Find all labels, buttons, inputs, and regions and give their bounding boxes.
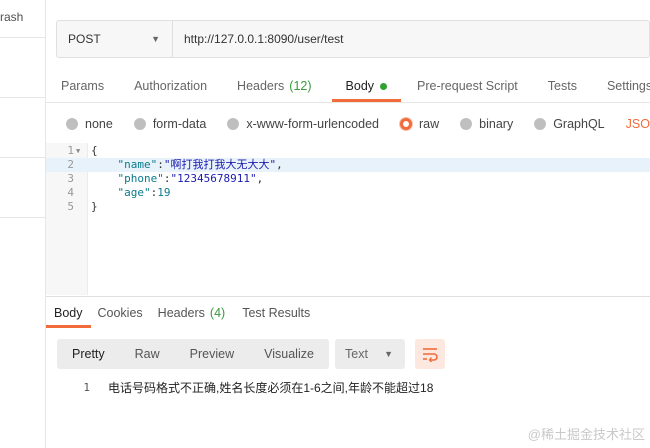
radio-x-www-form-urlencoded[interactable]: x-www-form-urlencoded	[227, 117, 379, 131]
response-tabs: Body Cookies Headers (4) Test Results	[46, 296, 650, 328]
radio-circle-icon	[66, 118, 78, 130]
code-line: 1 ▼ {	[46, 144, 650, 158]
code-line: 4 "age":19	[46, 186, 650, 200]
method-label: POST	[68, 32, 101, 46]
radio-raw[interactable]: raw	[400, 117, 439, 131]
view-preview-button[interactable]: Preview	[175, 339, 249, 369]
sidebar-divider	[0, 97, 45, 98]
url-input[interactable]: http://127.0.0.1:8090/user/test	[173, 21, 649, 57]
headers-count: (12)	[289, 79, 312, 93]
radio-binary[interactable]: binary	[460, 117, 513, 131]
radio-circle-icon	[460, 118, 473, 130]
radio-none[interactable]: none	[66, 117, 113, 131]
tab-body[interactable]: Body	[331, 70, 401, 102]
code-line: 2 "name":"啊打我打我大无大大",	[46, 158, 650, 172]
radio-graphql[interactable]: GraphQL	[534, 117, 605, 131]
sidebar-partial-label: rash	[0, 10, 24, 24]
request-tabs: Params Authorization Headers (12) Body Pr…	[46, 70, 650, 102]
code-line: 5 }	[46, 200, 650, 214]
view-visualize-button[interactable]: Visualize	[249, 339, 329, 369]
tabs-divider	[46, 102, 650, 103]
tab-settings[interactable]: Settings	[607, 70, 650, 102]
response-text: 电话号码格式不正确,姓名长度必须在1-6之间,年龄不能超过18	[108, 381, 434, 395]
response-body-line: 1 电话号码格式不正确,姓名长度必须在1-6之间,年龄不能超过18	[46, 380, 650, 396]
tab-params[interactable]: Params	[61, 70, 104, 102]
tab-headers[interactable]: Headers (12)	[237, 70, 311, 102]
radio-circle-icon	[227, 118, 240, 130]
chevron-down-icon: ▼	[151, 34, 160, 44]
radio-circle-icon	[133, 118, 146, 130]
request-bar: POST ▼ http://127.0.0.1:8090/user/test	[56, 20, 650, 58]
fold-arrow-icon[interactable]: ▼	[76, 144, 80, 158]
response-tab-body[interactable]: Body	[46, 297, 90, 328]
response-tab-test-results[interactable]: Test Results	[242, 297, 310, 328]
chevron-down-icon: ▼	[384, 349, 393, 359]
radio-form-data[interactable]: form-data	[133, 117, 206, 131]
radio-circle-icon	[534, 118, 547, 130]
line-number: 1	[67, 144, 74, 157]
line-number: 4	[67, 186, 74, 199]
response-line-number: 1	[83, 381, 90, 394]
wrap-lines-button[interactable]	[415, 339, 445, 369]
line-number: 2	[67, 158, 74, 171]
format-select-label: Text	[345, 347, 368, 361]
sidebar-divider	[0, 157, 45, 158]
method-select[interactable]: POST ▼	[57, 21, 173, 57]
body-code-editor[interactable]: 1 ▼ { 2 "name":"啊打我打我大无大大", 3 "phone":"1…	[46, 143, 650, 295]
view-mode-group: Pretty Raw Preview Visualize	[57, 339, 329, 369]
code-line: 3 "phone":"12345678911",	[46, 172, 650, 186]
tab-authorization[interactable]: Authorization	[134, 70, 207, 102]
view-pretty-button[interactable]: Pretty	[57, 339, 120, 369]
watermark: @稀土掘金技术社区	[527, 427, 645, 442]
sidebar-divider	[0, 217, 45, 218]
line-number: 3	[67, 172, 74, 185]
raw-type-select[interactable]: JSON	[626, 117, 650, 131]
radio-selected-icon	[400, 118, 412, 130]
body-active-dot-icon	[380, 82, 388, 90]
body-type-options: none form-data x-www-form-urlencoded raw…	[66, 113, 650, 135]
view-raw-button[interactable]: Raw	[120, 339, 175, 369]
line-number: 5	[67, 200, 74, 213]
response-headers-count: (4)	[209, 305, 226, 320]
response-tab-headers[interactable]: Headers (4)	[158, 297, 226, 328]
format-select[interactable]: Text ▼	[335, 339, 405, 369]
sidebar-divider	[0, 37, 45, 38]
collections-sidebar: rash	[0, 0, 46, 448]
response-tab-cookies[interactable]: Cookies	[98, 297, 143, 328]
tab-tests[interactable]: Tests	[548, 70, 577, 102]
wrap-lines-icon	[423, 348, 438, 362]
tab-pre-request-script[interactable]: Pre-request Script	[417, 70, 518, 102]
